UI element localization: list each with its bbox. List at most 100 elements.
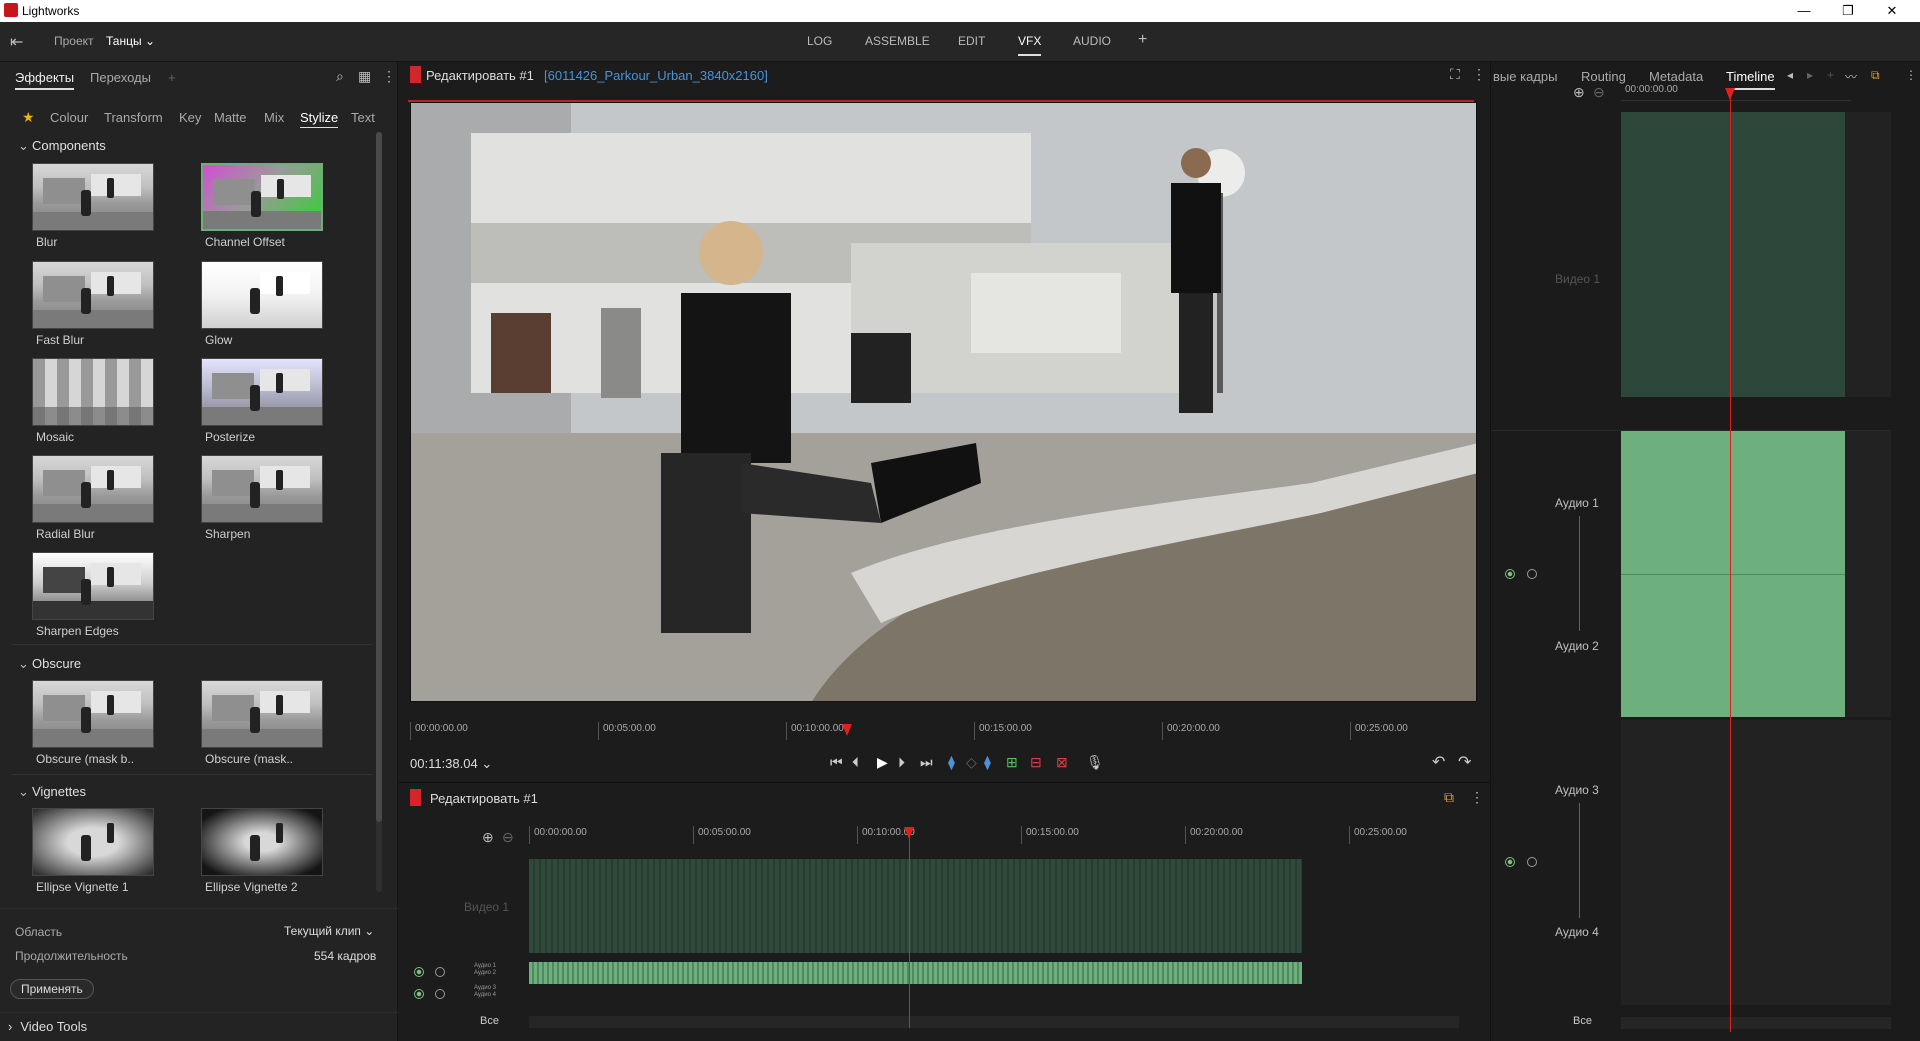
- exit-project-icon[interactable]: ⇤: [10, 32, 23, 52]
- timeline-playhead[interactable]: [904, 827, 914, 839]
- undo-icon[interactable]: ↶: [1432, 752, 1445, 772]
- effect-thumb-ellipse-vignette-2[interactable]: [201, 808, 323, 876]
- timeline-ruler[interactable]: 00:00:00.00 00:05:00.00 00:10:00.00 00:1…: [529, 826, 1459, 846]
- audio-track-enable-toggle[interactable]: [414, 989, 424, 999]
- effect-thumb-posterize[interactable]: [201, 358, 323, 426]
- effect-thumb-ellipse-vignette-1[interactable]: [32, 808, 154, 876]
- zoom-in-icon[interactable]: ⊕: [482, 829, 494, 846]
- effects-scrollbar[interactable]: [376, 132, 382, 892]
- maximize-button[interactable]: ❐: [1826, 0, 1870, 22]
- close-button[interactable]: ✕: [1870, 0, 1914, 22]
- timeline-scrollbar[interactable]: [529, 1016, 1459, 1028]
- tab-metadata[interactable]: Metadata: [1649, 69, 1703, 84]
- tab-effects[interactable]: Эффекты: [15, 70, 75, 90]
- audio-track-enable-toggle[interactable]: [1505, 569, 1515, 579]
- delete-icon[interactable]: ⊠: [1056, 754, 1068, 771]
- zoom-in-icon[interactable]: ⊕: [1573, 84, 1585, 101]
- effect-thumb-glow[interactable]: [201, 261, 323, 329]
- audio-track-solo-toggle[interactable]: [435, 989, 445, 999]
- go-to-start-icon[interactable]: ⏮: [830, 754, 843, 771]
- search-icon[interactable]: ⌕: [336, 68, 344, 85]
- tab-keyframes[interactable]: вые кадры: [1493, 69, 1557, 84]
- right-video-clip[interactable]: [1621, 112, 1845, 397]
- clear-marks-icon[interactable]: ◇: [966, 754, 977, 771]
- tab-routing[interactable]: Routing: [1581, 69, 1626, 84]
- tab-vfx[interactable]: VFX: [1018, 34, 1042, 56]
- viewer-ruler[interactable]: 00:00:00.00 00:05:00.00 00:10:00.00 00:1…: [410, 722, 1480, 742]
- viewer-playhead[interactable]: [842, 724, 852, 736]
- replace-icon[interactable]: ⊟: [1030, 754, 1042, 771]
- tab-audio[interactable]: AUDIO: [1073, 34, 1111, 48]
- right-playhead[interactable]: [1725, 88, 1735, 100]
- video-clip[interactable]: [529, 859, 1302, 953]
- category-colour[interactable]: Colour: [50, 110, 88, 125]
- effect-thumb-sharpen[interactable]: [201, 455, 323, 523]
- sync-icon[interactable]: ⧉: [1444, 789, 1454, 806]
- redo-icon[interactable]: ↷: [1458, 752, 1471, 772]
- play-icon[interactable]: ▶: [877, 754, 888, 771]
- effect-thumb-mosaic[interactable]: [32, 358, 154, 426]
- insert-icon[interactable]: ⊞: [1006, 754, 1018, 771]
- section-obscure[interactable]: ⌄ Obscure: [18, 656, 81, 672]
- effect-thumb-sharpen-edges[interactable]: [32, 552, 154, 620]
- effect-thumb-channel-offset[interactable]: [201, 163, 323, 231]
- favorites-star-icon[interactable]: ★: [22, 109, 35, 126]
- zoom-out-icon[interactable]: ⊖: [502, 829, 514, 846]
- category-mix[interactable]: Mix: [264, 110, 284, 125]
- timeline-playhead-line[interactable]: [909, 830, 910, 1028]
- more-options-icon[interactable]: ⋮: [1905, 68, 1917, 82]
- scroll-tabs-right-icon[interactable]: ▸: [1807, 68, 1813, 82]
- category-stylize[interactable]: Stylize: [300, 110, 339, 128]
- audio-track-solo-toggle[interactable]: [1527, 569, 1537, 579]
- apply-button[interactable]: Применять: [10, 979, 94, 999]
- tab-timeline[interactable]: Timeline: [1726, 69, 1775, 90]
- go-to-end-icon[interactable]: ⏭: [920, 754, 933, 771]
- tab-assemble[interactable]: ASSEMBLE: [865, 34, 930, 48]
- right-timeline-scrollbar[interactable]: [1621, 1017, 1891, 1029]
- effect-thumb-radial-blur[interactable]: [32, 455, 154, 523]
- video-tools-section[interactable]: › Video Tools: [8, 1019, 87, 1034]
- more-options-icon[interactable]: ⋮: [382, 68, 396, 85]
- add-tab-icon[interactable]: +: [1827, 68, 1834, 82]
- mark-out-icon[interactable]: ⧫: [984, 754, 991, 771]
- timecode-dropdown[interactable]: 00:11:38.04 ⌄: [410, 756, 492, 772]
- minimize-button[interactable]: —: [1782, 0, 1826, 22]
- more-options-icon[interactable]: ⋮: [1470, 789, 1484, 806]
- viewer-clip-name[interactable]: [6011426_Parkour_Urban_3840x2160]: [544, 68, 768, 83]
- category-text[interactable]: Text: [351, 110, 375, 125]
- step-back-icon[interactable]: ⏴: [852, 754, 859, 771]
- more-options-icon[interactable]: ⋮: [1472, 66, 1486, 83]
- scroll-tabs-left-icon[interactable]: ◂: [1787, 68, 1793, 82]
- tab-transitions[interactable]: Переходы: [90, 70, 151, 85]
- category-transform[interactable]: Transform: [104, 110, 163, 125]
- area-dropdown[interactable]: Текущий клип ⌄: [284, 924, 374, 938]
- section-components[interactable]: ⌄ Components: [18, 138, 106, 154]
- effect-thumb-blur[interactable]: [32, 163, 154, 231]
- audio-track-solo-toggle[interactable]: [1527, 857, 1537, 867]
- mark-in-icon[interactable]: ⧫: [948, 754, 955, 771]
- effect-thumb-obscure-mask-b[interactable]: [32, 680, 154, 748]
- effect-thumb-fast-blur[interactable]: [32, 261, 154, 329]
- category-matte[interactable]: Matte: [214, 110, 247, 125]
- audio-track-solo-toggle[interactable]: [435, 967, 445, 977]
- right-video-empty: [1845, 112, 1891, 397]
- right-playhead-line[interactable]: [1730, 92, 1731, 1032]
- audio-track-enable-toggle[interactable]: [414, 967, 424, 977]
- fullscreen-icon[interactable]: ⛶: [1450, 66, 1460, 83]
- section-vignettes[interactable]: ⌄ Vignettes: [18, 784, 86, 800]
- effect-thumb-obscure-mask[interactable]: [201, 680, 323, 748]
- project-name-dropdown[interactable]: Танцы ⌄: [106, 34, 155, 48]
- sync-icon[interactable]: ⧉: [1871, 68, 1880, 83]
- grid-view-icon[interactable]: ▦: [358, 68, 371, 85]
- zoom-out-icon[interactable]: ⊖: [1593, 84, 1605, 101]
- step-forward-icon[interactable]: ⏵: [898, 754, 905, 771]
- category-key[interactable]: Key: [179, 110, 201, 125]
- tab-edit[interactable]: EDIT: [958, 34, 985, 48]
- add-tab-button[interactable]: +: [1138, 31, 1147, 49]
- add-panel-tab-button[interactable]: +: [168, 70, 176, 85]
- microphone-icon[interactable]: 🎙: [1086, 754, 1104, 771]
- tab-log[interactable]: LOG: [807, 34, 832, 48]
- audio-track-enable-toggle[interactable]: [1505, 857, 1515, 867]
- audio-clip[interactable]: [529, 962, 1302, 984]
- waveform-icon[interactable]: 〰: [1845, 68, 1857, 85]
